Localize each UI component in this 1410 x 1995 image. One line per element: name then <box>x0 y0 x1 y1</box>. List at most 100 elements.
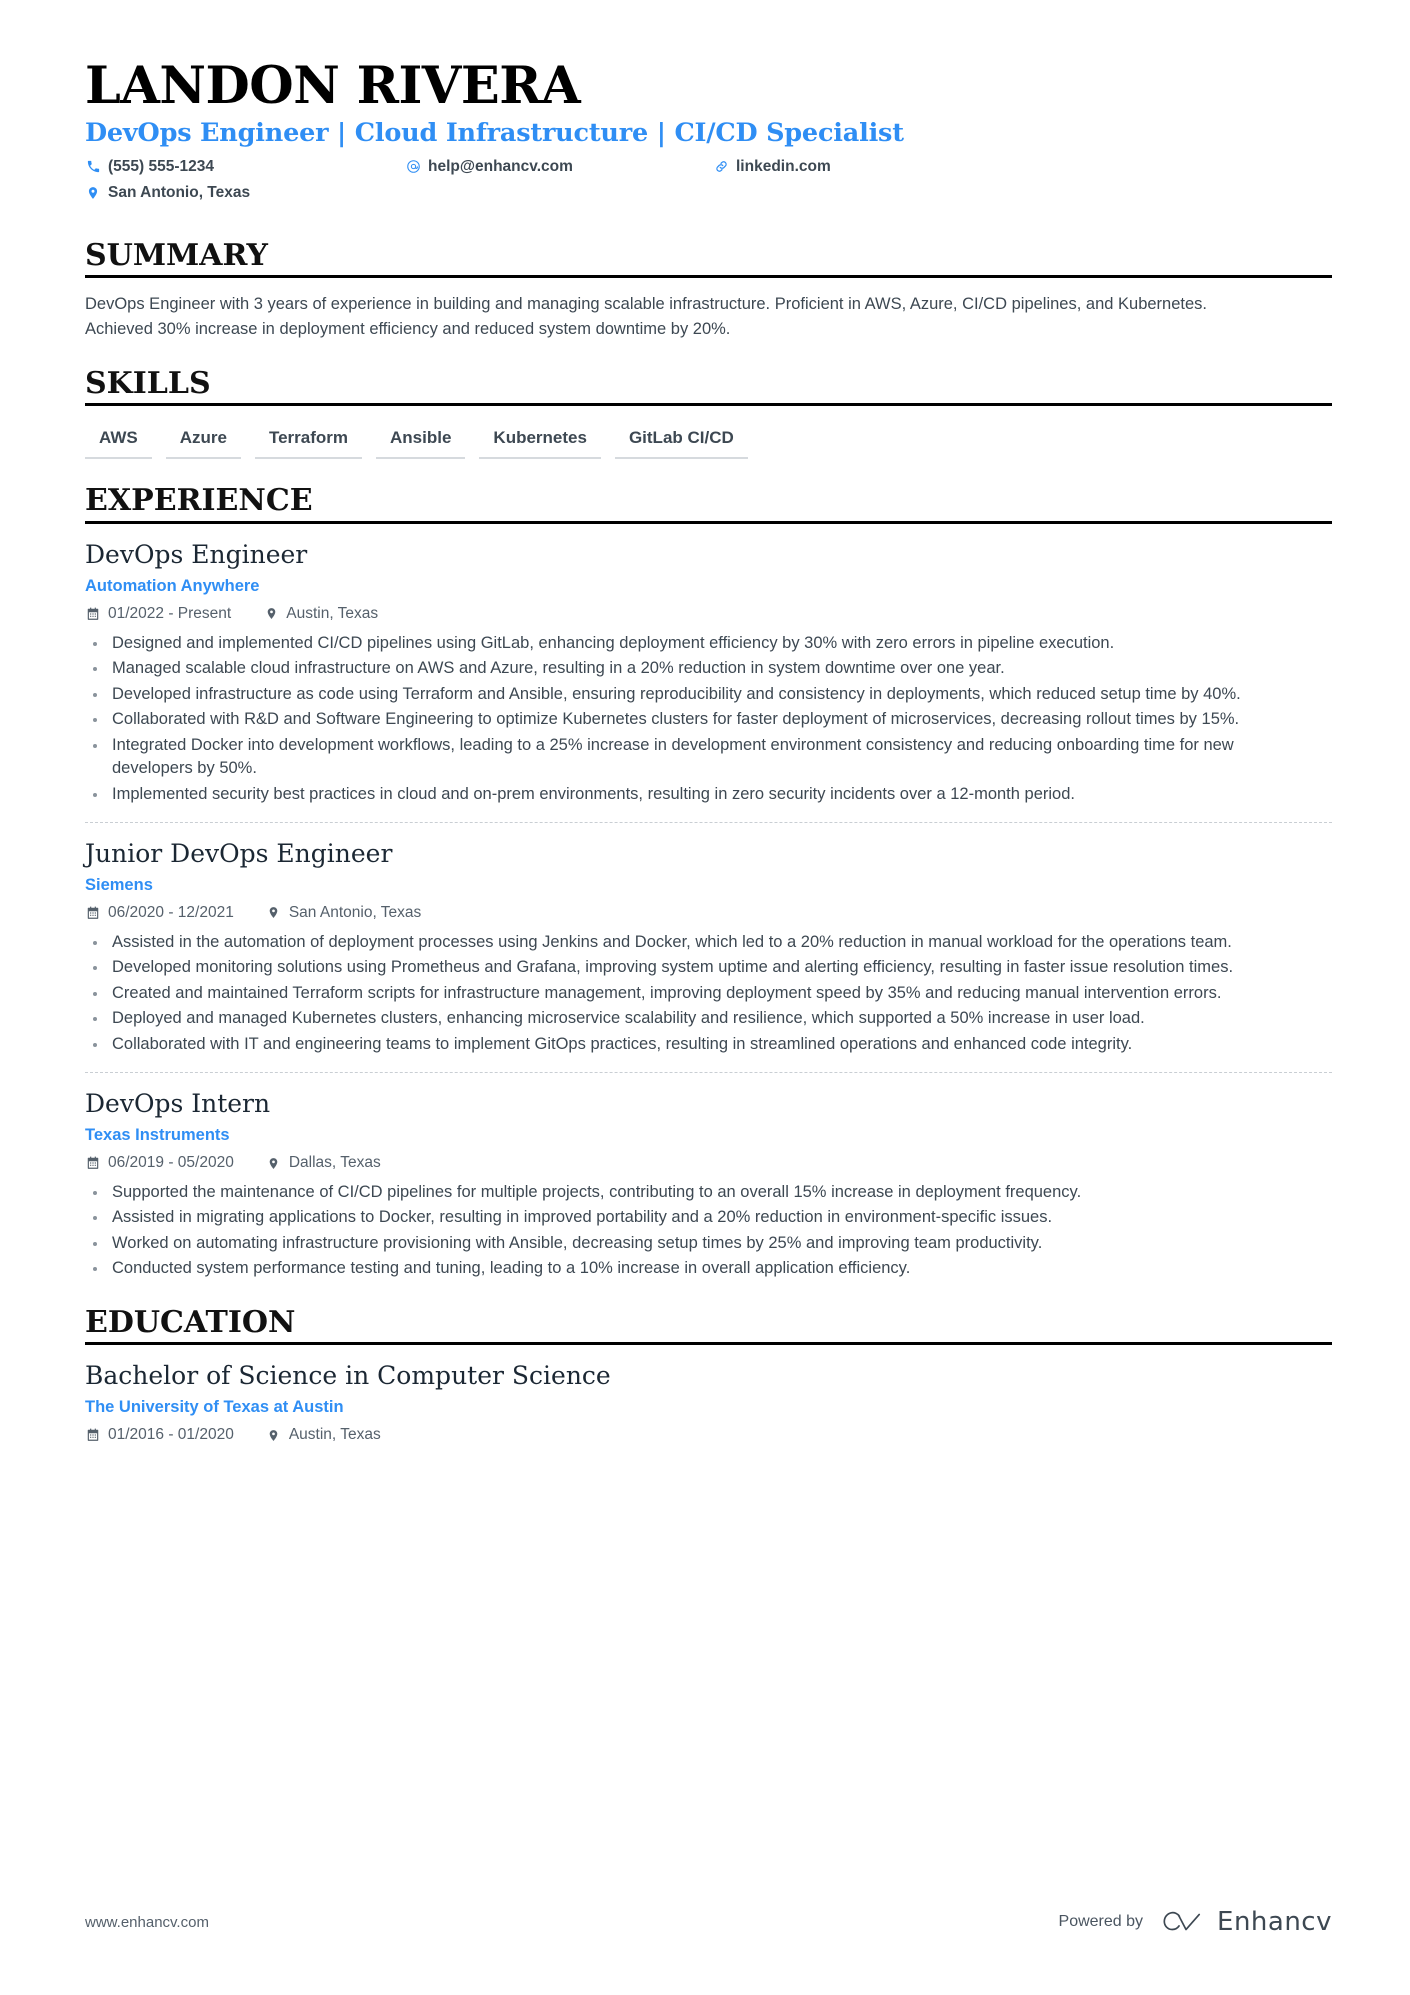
entry-meta: 01/2016 - 01/2020 Austin, Texas <box>85 1426 1332 1444</box>
entry-location-text: San Antonio, Texas <box>288 903 422 921</box>
entry-meta: 01/2022 - Present Austin, Texas <box>85 605 1332 623</box>
enhancv-mark-icon <box>1163 1911 1201 1931</box>
section-divider <box>85 275 1332 279</box>
section-title-experience: EXPERIENCE <box>85 483 313 519</box>
section-summary: SUMMARY DevOps Engineer with 3 years of … <box>85 240 1332 342</box>
calendar-icon <box>85 1427 101 1443</box>
entry-location-text: Austin, Texas <box>288 1426 381 1444</box>
phone-icon <box>85 159 101 175</box>
skill-chip: Ansible <box>376 428 466 460</box>
bullet-item: Developed infrastructure as code using T… <box>85 683 1315 706</box>
section-title-skills: SKILLS <box>85 365 211 401</box>
entry-organization[interactable]: Texas Instruments <box>85 1126 1332 1145</box>
page-footer: www.enhancv.com Powered by Enhancv <box>85 1907 1332 1937</box>
location-pin-icon <box>266 905 282 921</box>
entry-location: Dallas, Texas <box>266 1154 381 1172</box>
contact-email[interactable]: help@enhancv.com <box>405 158 573 176</box>
resume-page: LANDON RIVERA DevOps Engineer | Cloud In… <box>0 0 1410 1995</box>
entry-organization[interactable]: Automation Anywhere <box>85 577 1332 596</box>
bullet-item: Supported the maintenance of CI/CD pipel… <box>85 1181 1315 1204</box>
entry-dates-text: 01/2022 - Present <box>108 604 232 622</box>
entry-bullets: Assisted in the automation of deployment… <box>85 931 1332 1056</box>
contact-email-text: help@enhancv.com <box>428 157 573 175</box>
contact-phone-text: (555) 555-1234 <box>108 157 214 175</box>
entry-bullets: Designed and implemented CI/CD pipelines… <box>85 632 1332 806</box>
location-pin-icon <box>266 1155 282 1171</box>
location-pin-icon <box>266 1427 282 1443</box>
bullet-item: Assisted in migrating applications to Do… <box>85 1206 1315 1229</box>
contact-link-text: linkedin.com <box>736 157 831 175</box>
entry-meta: 06/2020 - 12/2021 San Antonio, Texas <box>85 904 1332 922</box>
bullet-item: Designed and implemented CI/CD pipelines… <box>85 632 1315 655</box>
powered-by-label: Powered by <box>1058 1913 1144 1930</box>
entry-organization[interactable]: Siemens <box>85 876 1332 895</box>
section-skills: SKILLS AWS Azure Terraform Ansible Kubernete… <box>85 368 1332 460</box>
contact-location-text: San Antonio, Texas <box>108 183 251 201</box>
bullet-item: Collaborated with IT and engineering tea… <box>85 1033 1315 1056</box>
bullet-item: Worked on automating infrastructure prov… <box>85 1232 1315 1255</box>
experience-entry: Junior DevOps Engineer Siemens 06/2020 - 1… <box>85 821 1332 1056</box>
entry-title: DevOps Intern <box>85 1089 271 1119</box>
skill-chip: AWS <box>85 428 152 460</box>
link-icon <box>713 159 729 175</box>
skill-chip: GitLab CI/CD <box>614 428 748 460</box>
bullet-item: Deployed and managed Kubernetes clusters… <box>85 1007 1315 1030</box>
experience-entry: Bachelor of Science in Computer Science T… <box>85 1345 1332 1444</box>
contact-info: (555) 555-1234 help@enhancv.com linkedin… <box>85 158 1332 214</box>
entry-dates-text: 06/2019 - 05/2020 <box>108 1154 234 1172</box>
entry-dates-text: 01/2016 - 01/2020 <box>108 1426 234 1444</box>
calendar-icon <box>85 905 101 921</box>
bullet-item: Implemented security best practices in c… <box>85 783 1315 806</box>
entry-dates: 06/2020 - 12/2021 <box>85 904 234 922</box>
entry-meta: 06/2019 - 05/2020 Dallas, Texas <box>85 1154 1332 1172</box>
entry-dates: 01/2022 - Present <box>85 605 231 623</box>
candidate-headline: DevOps Engineer | Cloud Infrastructure |… <box>85 118 904 149</box>
section-title-education: EDUCATION <box>85 1304 296 1340</box>
bullet-item: Assisted in the automation of deployment… <box>85 931 1315 954</box>
entry-location: San Antonio, Texas <box>266 904 421 922</box>
experience-entries: DevOps Engineer Automation Anywhere 01/202… <box>85 524 1332 1281</box>
entry-location-text: Austin, Texas <box>286 604 379 622</box>
email-icon <box>405 159 421 175</box>
enhancv-wordmark: Enhancv <box>1217 1907 1332 1937</box>
skill-chip: Kubernetes <box>479 428 601 460</box>
bullet-item: Integrated Docker into development workf… <box>85 734 1315 781</box>
entry-title: Junior DevOps Engineer <box>85 838 393 868</box>
skill-chip: Terraform <box>254 428 363 460</box>
enhancv-logo: Enhancv <box>1159 1907 1332 1937</box>
footer-url[interactable]: www.enhancv.com <box>85 1914 209 1931</box>
entry-location: Austin, Texas <box>266 1426 381 1444</box>
experience-entry: DevOps Intern Texas Instruments 06/2019 - … <box>85 1072 1332 1281</box>
education-entries: Bachelor of Science in Computer Science T… <box>85 1345 1332 1444</box>
bullet-item: Collaborated with R&D and Software Engin… <box>85 708 1315 731</box>
contact-location: San Antonio, Texas <box>85 184 250 202</box>
candidate-name: LANDON RIVERA <box>85 56 581 116</box>
calendar-icon <box>85 606 101 622</box>
section-education: EDUCATION Bachelor of Science in Compute… <box>85 1307 1332 1445</box>
contact-link[interactable]: linkedin.com <box>713 158 831 176</box>
entry-dates: 06/2019 - 05/2020 <box>85 1154 234 1172</box>
resume-header: LANDON RIVERA DevOps Engineer | Cloud In… <box>85 56 1332 214</box>
entry-dates: 01/2016 - 01/2020 <box>85 1426 234 1444</box>
section-divider <box>85 403 1332 407</box>
bullet-item: Conducted system performance testing and… <box>85 1257 1315 1280</box>
location-pin-icon <box>263 606 279 622</box>
entry-location: Austin, Texas <box>263 605 378 623</box>
entry-title: DevOps Engineer <box>85 539 308 569</box>
bullet-item: Managed scalable cloud infrastructure on… <box>85 657 1315 680</box>
location-pin-icon <box>85 185 101 201</box>
skill-chip: Azure <box>165 428 241 460</box>
section-title-summary: SUMMARY <box>85 237 268 273</box>
section-experience: EXPERIENCE DevOps Engineer Automation Any… <box>85 485 1332 1280</box>
summary-text: DevOps Engineer with 3 years of experien… <box>85 295 1207 339</box>
bullet-item: Created and maintained Terraform scripts… <box>85 982 1315 1005</box>
skills-list: AWS Azure Terraform Ansible Kubernetes GitLab… <box>85 428 1332 460</box>
experience-entry: DevOps Engineer Automation Anywhere 01/202… <box>85 524 1332 806</box>
bullet-item: Developed monitoring solutions using Pro… <box>85 956 1315 979</box>
calendar-icon <box>85 1155 101 1171</box>
contact-phone: (555) 555-1234 <box>85 158 214 176</box>
entry-bullets: Supported the maintenance of CI/CD pipel… <box>85 1181 1332 1281</box>
footer-brand: Powered by Enhancv <box>1059 1907 1332 1937</box>
entry-dates-text: 06/2020 - 12/2021 <box>108 903 234 921</box>
entry-organization[interactable]: The University of Texas at Austin <box>85 1398 1332 1417</box>
